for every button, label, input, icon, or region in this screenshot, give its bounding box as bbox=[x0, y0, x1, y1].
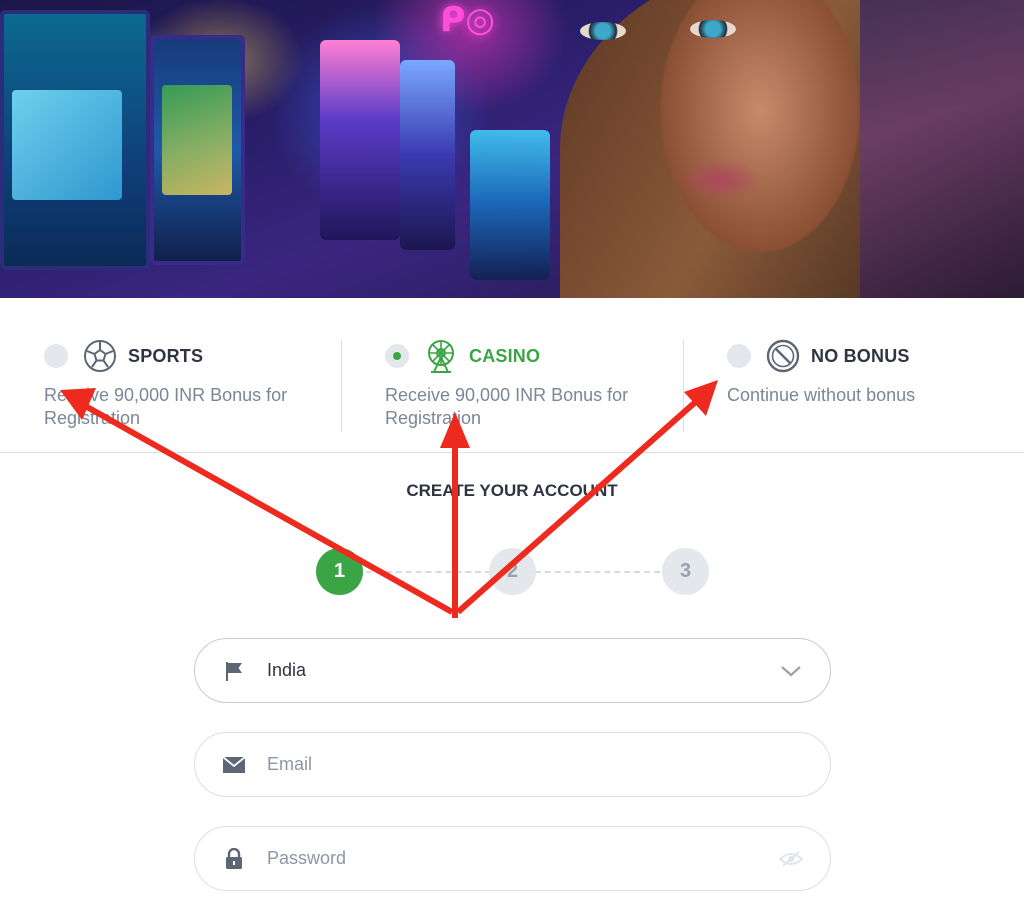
bonus-description: Receive 90,000 INR Bonus for Registratio… bbox=[385, 385, 629, 428]
email-input[interactable] bbox=[267, 754, 804, 775]
bonus-description: Continue without bonus bbox=[727, 385, 916, 405]
divider bbox=[683, 340, 684, 432]
step-indicator: 1 2 3 bbox=[316, 548, 710, 596]
casino-radio[interactable] bbox=[385, 344, 409, 368]
eye-hidden-icon[interactable] bbox=[778, 846, 804, 872]
bonus-title: NO BONUS bbox=[811, 345, 910, 366]
ferris-wheel-icon bbox=[423, 338, 459, 374]
lock-icon bbox=[221, 846, 247, 872]
password-field[interactable] bbox=[194, 826, 831, 891]
step-2: 2 bbox=[489, 548, 536, 595]
prohibited-icon bbox=[765, 338, 801, 374]
form-title: CREATE YOUR ACCOUNT bbox=[406, 481, 618, 500]
envelope-icon bbox=[221, 752, 247, 778]
country-select[interactable]: India bbox=[194, 638, 831, 703]
slot-machine-image bbox=[470, 130, 550, 280]
hero-model-eye bbox=[690, 20, 736, 38]
soccer-ball-icon bbox=[82, 338, 118, 374]
chevron-down-icon[interactable] bbox=[778, 658, 804, 684]
slot-machine-image bbox=[320, 40, 400, 240]
divider bbox=[341, 340, 342, 432]
sports-radio[interactable] bbox=[44, 344, 68, 368]
hero-model-hair bbox=[860, 0, 1024, 298]
bonus-option-no-bonus[interactable]: NO BONUS Continue without bonus bbox=[727, 338, 1024, 407]
country-value: India bbox=[267, 660, 307, 680]
bonus-option-casino[interactable]: CASINO Receive 90,000 INR Bonus for Regi… bbox=[385, 338, 685, 430]
slot-machine-image bbox=[150, 35, 245, 265]
hero-model-eye bbox=[580, 22, 626, 40]
flag-icon bbox=[221, 658, 247, 684]
no-bonus-radio[interactable] bbox=[727, 344, 751, 368]
bonus-option-sports[interactable]: SPORTS Receive 90,000 INR Bonus for Regi… bbox=[44, 338, 344, 430]
slot-machine-image bbox=[400, 60, 455, 250]
bonus-selector: SPORTS Receive 90,000 INR Bonus for Regi… bbox=[0, 298, 1024, 453]
neon-sign-image: ᑭ◎ bbox=[440, 1, 495, 39]
step-1: 1 bbox=[316, 548, 363, 595]
bonus-title: CASINO bbox=[469, 345, 541, 366]
email-field[interactable] bbox=[194, 732, 831, 797]
password-input[interactable] bbox=[267, 848, 778, 869]
bonus-description: Receive 90,000 INR Bonus for Registratio… bbox=[44, 385, 288, 428]
slot-machine-image bbox=[0, 10, 150, 270]
bonus-title: SPORTS bbox=[128, 345, 204, 366]
step-3: 3 bbox=[662, 548, 709, 595]
hero-banner: ᑭ◎ bbox=[0, 0, 1024, 298]
